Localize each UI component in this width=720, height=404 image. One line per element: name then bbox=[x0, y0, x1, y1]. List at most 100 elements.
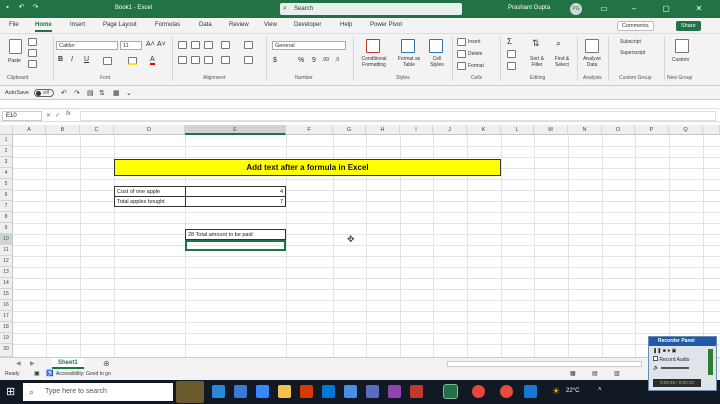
row-header-17[interactable]: 17 bbox=[0, 311, 13, 322]
autosave-toggle[interactable]: Off bbox=[34, 89, 54, 97]
shrink-font-icon[interactable]: A˅ bbox=[157, 41, 166, 48]
row-header-13[interactable]: 13 bbox=[0, 267, 13, 278]
tab-help[interactable]: Help bbox=[340, 22, 352, 28]
weather-temp[interactable]: 22°C bbox=[566, 388, 579, 394]
analyze-data-label[interactable]: Analyze Data bbox=[581, 56, 603, 68]
font-color-icon[interactable]: A bbox=[150, 56, 155, 65]
col-header-p[interactable]: P bbox=[635, 125, 669, 135]
col-header-r[interactable] bbox=[703, 125, 720, 135]
name-box[interactable]: E10 bbox=[2, 111, 42, 121]
row-header-12[interactable]: 12 bbox=[0, 256, 13, 267]
tab-home[interactable]: Home bbox=[35, 22, 52, 32]
task-view-icon[interactable] bbox=[212, 385, 225, 398]
tab-developer[interactable]: Developer bbox=[294, 22, 321, 28]
next-sheet-icon[interactable]: ▶ bbox=[30, 360, 35, 367]
find-select-label[interactable]: Find & Select bbox=[550, 56, 574, 68]
prev-sheet-icon[interactable]: ◀ bbox=[16, 360, 21, 367]
merge-center-icon[interactable] bbox=[244, 56, 253, 64]
redo-icon[interactable]: ↷ bbox=[74, 89, 80, 97]
tab-formulas[interactable]: Formulas bbox=[155, 22, 180, 28]
accessibility-status[interactable]: Accessibility: Good to go bbox=[56, 369, 111, 380]
worksheet-grid[interactable]: A B C D E F G H I J K L M N O P Q 1 2 3 … bbox=[0, 125, 720, 357]
select-all-corner[interactable] bbox=[0, 125, 13, 135]
app-icon[interactable] bbox=[388, 385, 401, 398]
stop-icon[interactable]: ■ bbox=[663, 348, 666, 354]
delete-cells-icon[interactable] bbox=[457, 50, 466, 58]
italic-icon[interactable]: I bbox=[71, 56, 73, 63]
horizontal-scrollbar[interactable] bbox=[447, 361, 642, 367]
tab-review[interactable]: Review bbox=[229, 22, 249, 28]
row-header-3[interactable]: 3 bbox=[0, 157, 13, 168]
avatar[interactable]: PG bbox=[570, 3, 582, 15]
copy-icon[interactable] bbox=[28, 49, 37, 57]
comma-icon[interactable]: 9 bbox=[312, 57, 316, 64]
align-top-icon[interactable] bbox=[178, 41, 187, 49]
cut-icon[interactable] bbox=[28, 38, 37, 46]
col-header-m[interactable]: M bbox=[534, 125, 568, 135]
clear-icon[interactable] bbox=[507, 62, 516, 70]
cell-styles-icon[interactable] bbox=[429, 39, 443, 53]
title-banner-cell[interactable]: Add text after a formula in Excel bbox=[114, 159, 501, 176]
align-right-icon[interactable] bbox=[204, 56, 213, 64]
grow-font-icon[interactable]: A˄ bbox=[146, 41, 155, 48]
page-layout-view-icon[interactable]: ▤ bbox=[592, 369, 598, 380]
app-icon[interactable] bbox=[366, 385, 379, 398]
cell-e9[interactable]: 28 Total amount to be paid bbox=[185, 229, 286, 240]
col-header-a[interactable]: A bbox=[13, 125, 46, 135]
undo-icon[interactable]: ↶ bbox=[17, 3, 26, 12]
sheet-tab-sheet1[interactable]: Sheet1 bbox=[52, 358, 84, 369]
row-header-15[interactable]: 15 bbox=[0, 289, 13, 300]
cell-styles-label[interactable]: Cell Styles bbox=[426, 56, 448, 68]
col-header-f[interactable]: F bbox=[286, 125, 333, 135]
print-preview-icon[interactable]: ▤ bbox=[87, 89, 94, 97]
weather-icon[interactable]: ☀ bbox=[552, 386, 560, 397]
col-header-e[interactable]: E bbox=[185, 125, 286, 135]
minimize-icon[interactable]: – bbox=[628, 3, 640, 15]
col-header-d[interactable]: D bbox=[114, 125, 185, 135]
find-icon[interactable]: ⌕ bbox=[556, 38, 561, 49]
row-header-18[interactable]: 18 bbox=[0, 322, 13, 333]
percent-icon[interactable]: % bbox=[298, 57, 304, 64]
row-header-5[interactable]: 5 bbox=[0, 179, 13, 190]
chart-icon[interactable]: ▦ bbox=[113, 89, 120, 97]
comments-button[interactable]: Comments bbox=[617, 21, 654, 31]
cancel-icon[interactable]: ✕ bbox=[46, 112, 51, 119]
formula-input[interactable] bbox=[80, 111, 716, 121]
row-header-14[interactable]: 14 bbox=[0, 278, 13, 289]
office-icon[interactable] bbox=[300, 385, 313, 398]
tab-insert[interactable]: Insert bbox=[70, 22, 85, 28]
enter-icon[interactable]: ✓ bbox=[55, 112, 60, 119]
pause-icon[interactable]: ❚❚ bbox=[653, 348, 661, 354]
row-header-9[interactable]: 9 bbox=[0, 223, 13, 234]
row-header-20[interactable]: 20 bbox=[0, 344, 13, 357]
selected-cell-e10[interactable] bbox=[185, 240, 286, 251]
undo-icon[interactable]: ↶ bbox=[61, 89, 67, 97]
subscript-button[interactable]: Subscript bbox=[620, 39, 641, 45]
autosum-icon[interactable]: Σ bbox=[507, 37, 512, 46]
col-header-q[interactable]: Q bbox=[669, 125, 703, 135]
increase-decimal-icon[interactable]: .00 bbox=[322, 57, 329, 63]
row-header-1[interactable]: 1 bbox=[0, 135, 13, 146]
customize-toolbar-icon[interactable]: ⌄ bbox=[126, 89, 132, 97]
tab-data[interactable]: Data bbox=[199, 22, 212, 28]
app-icon[interactable] bbox=[410, 385, 423, 398]
add-sheet-icon[interactable]: ⊕ bbox=[103, 359, 110, 368]
mail-icon[interactable] bbox=[322, 385, 335, 398]
align-left-icon[interactable] bbox=[178, 56, 187, 64]
font-name-select[interactable]: Calibri bbox=[56, 41, 118, 50]
row-header-2[interactable]: 2 bbox=[0, 146, 13, 157]
insert-cells-icon[interactable] bbox=[457, 38, 466, 46]
row-header-10[interactable]: 10 bbox=[0, 234, 13, 245]
row-header-11[interactable]: 11 bbox=[0, 245, 13, 256]
delete-cells-label[interactable]: Delete bbox=[468, 51, 482, 57]
underline-icon[interactable]: U bbox=[84, 56, 89, 63]
record-audio-checkbox[interactable] bbox=[653, 356, 658, 361]
fx-icon[interactable]: fx bbox=[66, 111, 71, 117]
store-icon[interactable] bbox=[256, 385, 269, 398]
cell-d6[interactable]: Total apples bought bbox=[114, 196, 186, 207]
col-header-l[interactable]: L bbox=[501, 125, 534, 135]
col-header-n[interactable]: N bbox=[568, 125, 602, 135]
excel-taskbar-icon[interactable] bbox=[443, 384, 458, 399]
orientation-icon[interactable] bbox=[221, 41, 230, 49]
search-box[interactable]: ⌕ Search bbox=[280, 3, 462, 15]
